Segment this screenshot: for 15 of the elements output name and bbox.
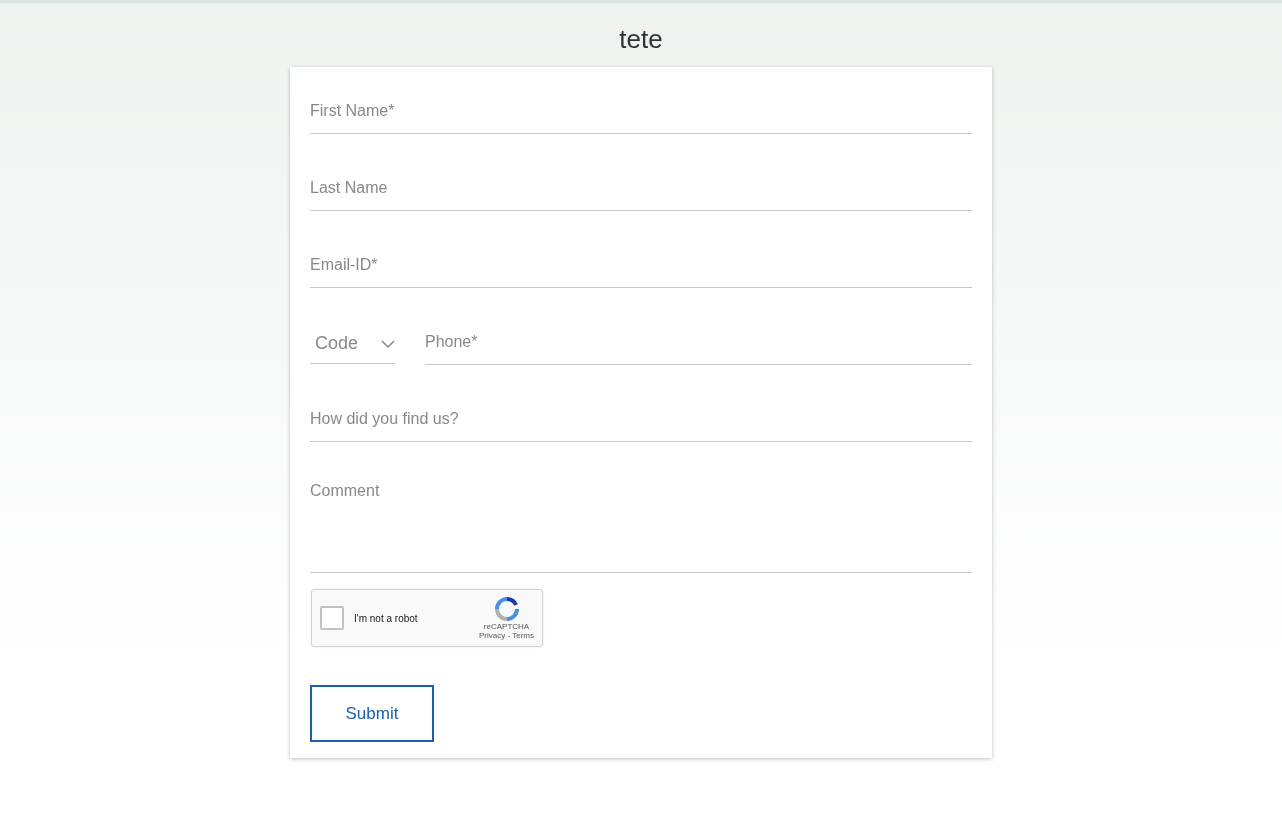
captcha-checkbox[interactable] [320,606,344,630]
captcha-brand: reCAPTCHA [483,622,530,631]
form-title: tete [619,23,663,55]
text-field[interactable]: Email-ID* [310,243,972,288]
captcha-label: I'm not a robot [354,612,419,624]
recaptcha-logo-icon [493,596,520,622]
comment-field[interactable]: Comment [310,474,972,573]
phone-field[interactable]: Phone* [425,320,972,365]
text-field[interactable]: First Name* [310,89,972,134]
captcha-links[interactable]: Privacy - Terms [479,631,534,640]
submit-button[interactable]: Submit [310,685,434,742]
chevron-down-icon [381,339,395,348]
text-field[interactable]: Last Name [310,166,972,211]
code-dropdown[interactable]: Code [310,320,395,364]
text-field[interactable]: How did you find us? [310,397,972,442]
